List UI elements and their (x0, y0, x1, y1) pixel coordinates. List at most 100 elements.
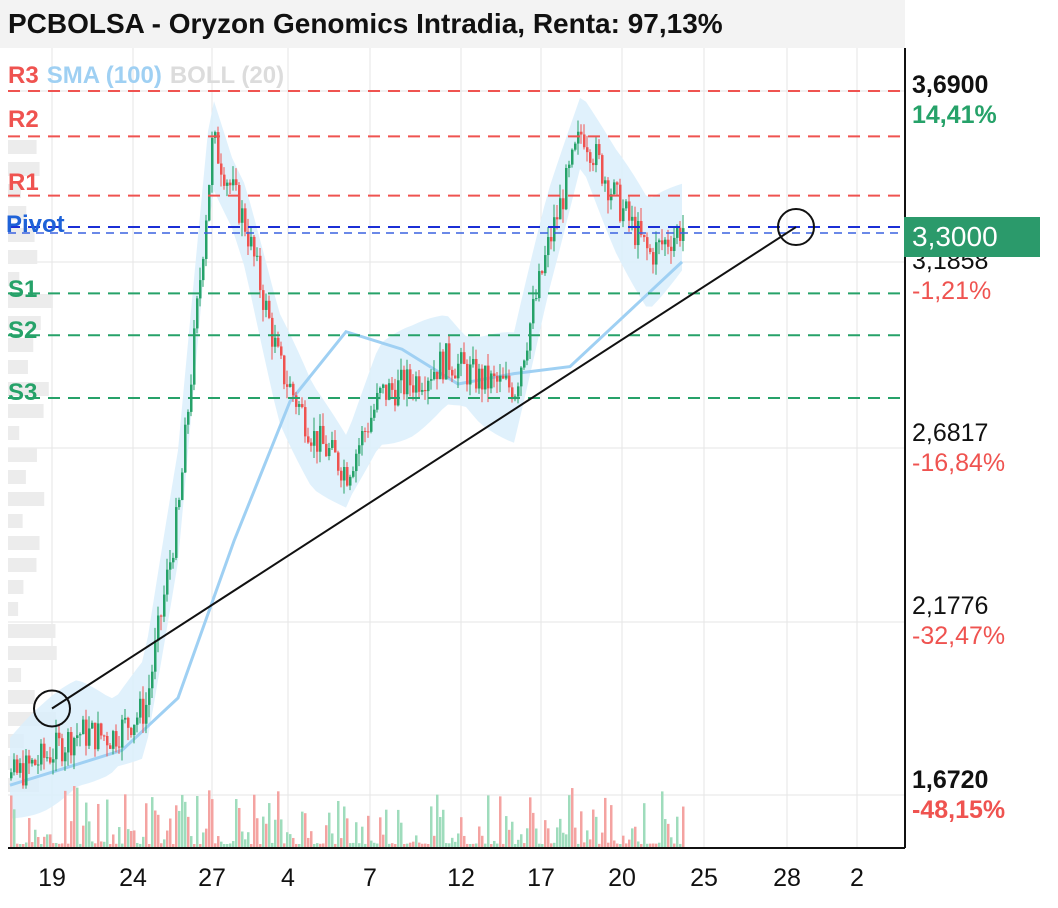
candle-body (361, 430, 364, 446)
candle-body (160, 615, 163, 617)
volume-bar (511, 821, 514, 848)
candle-body (34, 759, 37, 766)
candle-body (22, 763, 25, 786)
candle-body (157, 615, 160, 641)
candle-body (100, 723, 103, 736)
candle-body (457, 363, 460, 379)
volume-profile-bar (8, 514, 23, 528)
y-pct-1: -1,21% (912, 277, 992, 305)
candle-body (664, 239, 667, 245)
volume-bar (247, 832, 250, 848)
candle-body (541, 271, 544, 274)
volume-bar (505, 816, 508, 848)
candle-body (430, 379, 433, 381)
boll-legend[interactable]: BOLL (20) (170, 62, 284, 89)
candle-body (493, 373, 496, 377)
candle-body (70, 732, 73, 756)
volume-bar (370, 840, 373, 848)
candle-body (526, 350, 529, 361)
volume-bar (430, 806, 433, 848)
candle-body (238, 185, 241, 223)
candle-body (475, 358, 478, 389)
candle-body (334, 440, 337, 453)
chart-area[interactable] (0, 0, 1058, 908)
s3-label: S3 (8, 379, 38, 406)
candle-body (412, 385, 415, 393)
volume-bar (280, 819, 283, 848)
bollinger-band (10, 97, 682, 819)
volume-bar (670, 837, 673, 848)
volume-bar (661, 791, 664, 848)
candle-body (127, 717, 130, 728)
candle-body (331, 440, 334, 449)
candle-body (223, 174, 226, 186)
candle-body (418, 376, 421, 392)
candle-body (73, 738, 76, 756)
candle-body (445, 343, 448, 380)
volume-bar (244, 839, 247, 848)
candle-body (19, 763, 22, 773)
volume-bar (667, 823, 670, 848)
candle-body (505, 375, 508, 379)
volume-bar (46, 834, 49, 848)
candle-body (415, 376, 418, 393)
volume-bar (601, 832, 604, 848)
volume-bar (499, 796, 502, 848)
candle-body (205, 220, 208, 259)
candle-body (61, 738, 64, 762)
candle-body (112, 731, 115, 749)
candle-body (658, 240, 661, 243)
x-tick-10: 2 (850, 864, 864, 892)
volume-bar (13, 809, 16, 848)
volume-profile-bar (8, 668, 22, 682)
volume-profile-bar (8, 580, 24, 594)
candle-body (325, 443, 328, 457)
x-tick-5: 12 (447, 864, 475, 892)
x-tick-2: 27 (198, 864, 226, 892)
volume-bar (43, 836, 46, 848)
candle-body (544, 255, 547, 274)
y-tick-0: 3,6900 (912, 71, 989, 99)
candle-body (643, 234, 646, 238)
candle-body (523, 360, 526, 368)
candle-body (139, 698, 142, 718)
candle-body (235, 179, 238, 186)
candle-body (364, 430, 367, 432)
volume-bar (571, 788, 574, 848)
volume-bar (436, 794, 439, 848)
candle-body (397, 380, 400, 406)
volume-bar (439, 816, 442, 848)
volume-bar (355, 822, 358, 848)
candle-body (265, 300, 268, 310)
x-tick-3: 4 (281, 864, 295, 892)
volume-bar (307, 837, 310, 848)
volume-bar (181, 794, 184, 848)
candle-body (109, 745, 112, 749)
volume-bar (592, 809, 595, 848)
candle-body (667, 239, 670, 247)
candle-body (241, 208, 244, 223)
candle-body (400, 369, 403, 381)
candle-body (622, 208, 625, 222)
pivot-label: Pivot (6, 211, 65, 238)
sma-legend[interactable]: SMA (100) (47, 62, 162, 89)
s2-label: S2 (8, 317, 38, 344)
candle-body (193, 328, 196, 385)
volume-bar (400, 822, 403, 848)
volume-bar (187, 816, 190, 848)
candle-body (43, 743, 46, 758)
candle-body (490, 373, 493, 389)
volume-bar (133, 830, 136, 848)
y-tick-4: 1,6720 (912, 766, 989, 794)
candle-body (220, 163, 223, 175)
candle-body (478, 368, 481, 389)
volume-bar (520, 834, 523, 848)
candle-body (433, 371, 436, 380)
volume-bar (589, 839, 592, 848)
volume-profile-bar (8, 360, 28, 374)
x-tick-8: 25 (690, 864, 718, 892)
volume-bar (433, 835, 436, 848)
candle-body (151, 671, 154, 689)
volume-bar (274, 819, 277, 848)
x-tick-1: 24 (119, 864, 147, 892)
